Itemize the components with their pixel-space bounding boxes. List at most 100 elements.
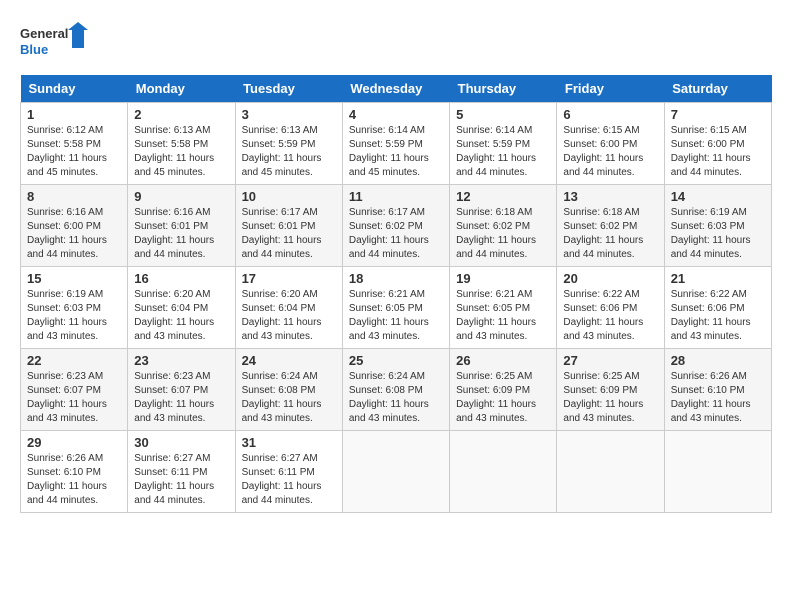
calendar-week-row: 15 Sunrise: 6:19 AM Sunset: 6:03 PM Dayl… — [21, 267, 772, 349]
calendar-cell: 26 Sunrise: 6:25 AM Sunset: 6:09 PM Dayl… — [450, 349, 557, 431]
day-info: Sunrise: 6:24 AM Sunset: 6:08 PM Dayligh… — [349, 370, 443, 426]
calendar-cell: 3 Sunrise: 6:13 AM Sunset: 5:59 PM Dayli… — [235, 103, 342, 185]
day-number: 11 — [349, 189, 443, 204]
calendar-cell: 24 Sunrise: 6:24 AM Sunset: 6:08 PM Dayl… — [235, 349, 342, 431]
day-number: 15 — [27, 271, 121, 286]
day-info: Sunrise: 6:18 AM Sunset: 6:02 PM Dayligh… — [563, 206, 657, 262]
day-number: 10 — [242, 189, 336, 204]
day-number: 6 — [563, 107, 657, 122]
day-info: Sunrise: 6:26 AM Sunset: 6:10 PM Dayligh… — [27, 452, 121, 508]
calendar-cell: 30 Sunrise: 6:27 AM Sunset: 6:11 PM Dayl… — [128, 431, 235, 513]
calendar-cell: 14 Sunrise: 6:19 AM Sunset: 6:03 PM Dayl… — [664, 185, 771, 267]
calendar-cell: 9 Sunrise: 6:16 AM Sunset: 6:01 PM Dayli… — [128, 185, 235, 267]
day-info: Sunrise: 6:19 AM Sunset: 6:03 PM Dayligh… — [27, 288, 121, 344]
calendar-week-row: 29 Sunrise: 6:26 AM Sunset: 6:10 PM Dayl… — [21, 431, 772, 513]
day-info: Sunrise: 6:15 AM Sunset: 6:00 PM Dayligh… — [671, 124, 765, 180]
svg-text:Blue: Blue — [20, 42, 48, 57]
day-number: 21 — [671, 271, 765, 286]
day-number: 14 — [671, 189, 765, 204]
day-info: Sunrise: 6:27 AM Sunset: 6:11 PM Dayligh… — [134, 452, 228, 508]
day-number: 17 — [242, 271, 336, 286]
day-of-week-header: Thursday — [450, 75, 557, 103]
page-header: General Blue — [20, 20, 772, 65]
logo: General Blue — [20, 20, 90, 65]
day-info: Sunrise: 6:17 AM Sunset: 6:02 PM Dayligh… — [349, 206, 443, 262]
calendar-cell — [557, 431, 664, 513]
calendar-cell: 13 Sunrise: 6:18 AM Sunset: 6:02 PM Dayl… — [557, 185, 664, 267]
svg-text:General: General — [20, 26, 68, 41]
day-info: Sunrise: 6:17 AM Sunset: 6:01 PM Dayligh… — [242, 206, 336, 262]
day-info: Sunrise: 6:23 AM Sunset: 6:07 PM Dayligh… — [27, 370, 121, 426]
day-of-week-header: Monday — [128, 75, 235, 103]
day-info: Sunrise: 6:22 AM Sunset: 6:06 PM Dayligh… — [563, 288, 657, 344]
day-number: 1 — [27, 107, 121, 122]
calendar-cell: 4 Sunrise: 6:14 AM Sunset: 5:59 PM Dayli… — [342, 103, 449, 185]
calendar-week-row: 1 Sunrise: 6:12 AM Sunset: 5:58 PM Dayli… — [21, 103, 772, 185]
day-number: 2 — [134, 107, 228, 122]
day-number: 24 — [242, 353, 336, 368]
calendar-cell: 5 Sunrise: 6:14 AM Sunset: 5:59 PM Dayli… — [450, 103, 557, 185]
calendar-cell: 23 Sunrise: 6:23 AM Sunset: 6:07 PM Dayl… — [128, 349, 235, 431]
day-number: 27 — [563, 353, 657, 368]
calendar-cell: 20 Sunrise: 6:22 AM Sunset: 6:06 PM Dayl… — [557, 267, 664, 349]
day-number: 25 — [349, 353, 443, 368]
calendar-cell: 17 Sunrise: 6:20 AM Sunset: 6:04 PM Dayl… — [235, 267, 342, 349]
day-info: Sunrise: 6:24 AM Sunset: 6:08 PM Dayligh… — [242, 370, 336, 426]
day-info: Sunrise: 6:14 AM Sunset: 5:59 PM Dayligh… — [456, 124, 550, 180]
day-info: Sunrise: 6:21 AM Sunset: 6:05 PM Dayligh… — [456, 288, 550, 344]
calendar-cell: 10 Sunrise: 6:17 AM Sunset: 6:01 PM Dayl… — [235, 185, 342, 267]
calendar-cell: 1 Sunrise: 6:12 AM Sunset: 5:58 PM Dayli… — [21, 103, 128, 185]
calendar-cell: 27 Sunrise: 6:25 AM Sunset: 6:09 PM Dayl… — [557, 349, 664, 431]
day-number: 5 — [456, 107, 550, 122]
day-number: 4 — [349, 107, 443, 122]
calendar-cell: 25 Sunrise: 6:24 AM Sunset: 6:08 PM Dayl… — [342, 349, 449, 431]
day-number: 8 — [27, 189, 121, 204]
day-info: Sunrise: 6:16 AM Sunset: 6:01 PM Dayligh… — [134, 206, 228, 262]
day-info: Sunrise: 6:21 AM Sunset: 6:05 PM Dayligh… — [349, 288, 443, 344]
day-number: 30 — [134, 435, 228, 450]
day-info: Sunrise: 6:25 AM Sunset: 6:09 PM Dayligh… — [563, 370, 657, 426]
day-number: 19 — [456, 271, 550, 286]
calendar-week-row: 22 Sunrise: 6:23 AM Sunset: 6:07 PM Dayl… — [21, 349, 772, 431]
day-number: 31 — [242, 435, 336, 450]
calendar-cell: 31 Sunrise: 6:27 AM Sunset: 6:11 PM Dayl… — [235, 431, 342, 513]
calendar-cell: 6 Sunrise: 6:15 AM Sunset: 6:00 PM Dayli… — [557, 103, 664, 185]
day-info: Sunrise: 6:18 AM Sunset: 6:02 PM Dayligh… — [456, 206, 550, 262]
day-info: Sunrise: 6:27 AM Sunset: 6:11 PM Dayligh… — [242, 452, 336, 508]
calendar-cell: 29 Sunrise: 6:26 AM Sunset: 6:10 PM Dayl… — [21, 431, 128, 513]
day-of-week-header: Wednesday — [342, 75, 449, 103]
day-number: 18 — [349, 271, 443, 286]
calendar-cell: 8 Sunrise: 6:16 AM Sunset: 6:00 PM Dayli… — [21, 185, 128, 267]
day-info: Sunrise: 6:20 AM Sunset: 6:04 PM Dayligh… — [242, 288, 336, 344]
calendar-header-row: SundayMondayTuesdayWednesdayThursdayFrid… — [21, 75, 772, 103]
day-info: Sunrise: 6:12 AM Sunset: 5:58 PM Dayligh… — [27, 124, 121, 180]
day-number: 26 — [456, 353, 550, 368]
day-info: Sunrise: 6:19 AM Sunset: 6:03 PM Dayligh… — [671, 206, 765, 262]
calendar-week-row: 8 Sunrise: 6:16 AM Sunset: 6:00 PM Dayli… — [21, 185, 772, 267]
calendar-table: SundayMondayTuesdayWednesdayThursdayFrid… — [20, 75, 772, 513]
calendar-cell — [342, 431, 449, 513]
day-number: 23 — [134, 353, 228, 368]
calendar-cell: 21 Sunrise: 6:22 AM Sunset: 6:06 PM Dayl… — [664, 267, 771, 349]
day-of-week-header: Friday — [557, 75, 664, 103]
logo-svg: General Blue — [20, 20, 90, 65]
day-info: Sunrise: 6:25 AM Sunset: 6:09 PM Dayligh… — [456, 370, 550, 426]
day-of-week-header: Tuesday — [235, 75, 342, 103]
calendar-cell: 19 Sunrise: 6:21 AM Sunset: 6:05 PM Dayl… — [450, 267, 557, 349]
day-info: Sunrise: 6:23 AM Sunset: 6:07 PM Dayligh… — [134, 370, 228, 426]
calendar-cell: 18 Sunrise: 6:21 AM Sunset: 6:05 PM Dayl… — [342, 267, 449, 349]
calendar-cell: 11 Sunrise: 6:17 AM Sunset: 6:02 PM Dayl… — [342, 185, 449, 267]
calendar-cell: 15 Sunrise: 6:19 AM Sunset: 6:03 PM Dayl… — [21, 267, 128, 349]
day-number: 3 — [242, 107, 336, 122]
day-info: Sunrise: 6:16 AM Sunset: 6:00 PM Dayligh… — [27, 206, 121, 262]
calendar-cell: 22 Sunrise: 6:23 AM Sunset: 6:07 PM Dayl… — [21, 349, 128, 431]
day-number: 12 — [456, 189, 550, 204]
day-info: Sunrise: 6:14 AM Sunset: 5:59 PM Dayligh… — [349, 124, 443, 180]
day-info: Sunrise: 6:26 AM Sunset: 6:10 PM Dayligh… — [671, 370, 765, 426]
day-number: 22 — [27, 353, 121, 368]
day-number: 13 — [563, 189, 657, 204]
day-number: 28 — [671, 353, 765, 368]
day-number: 9 — [134, 189, 228, 204]
day-of-week-header: Sunday — [21, 75, 128, 103]
calendar-cell — [664, 431, 771, 513]
